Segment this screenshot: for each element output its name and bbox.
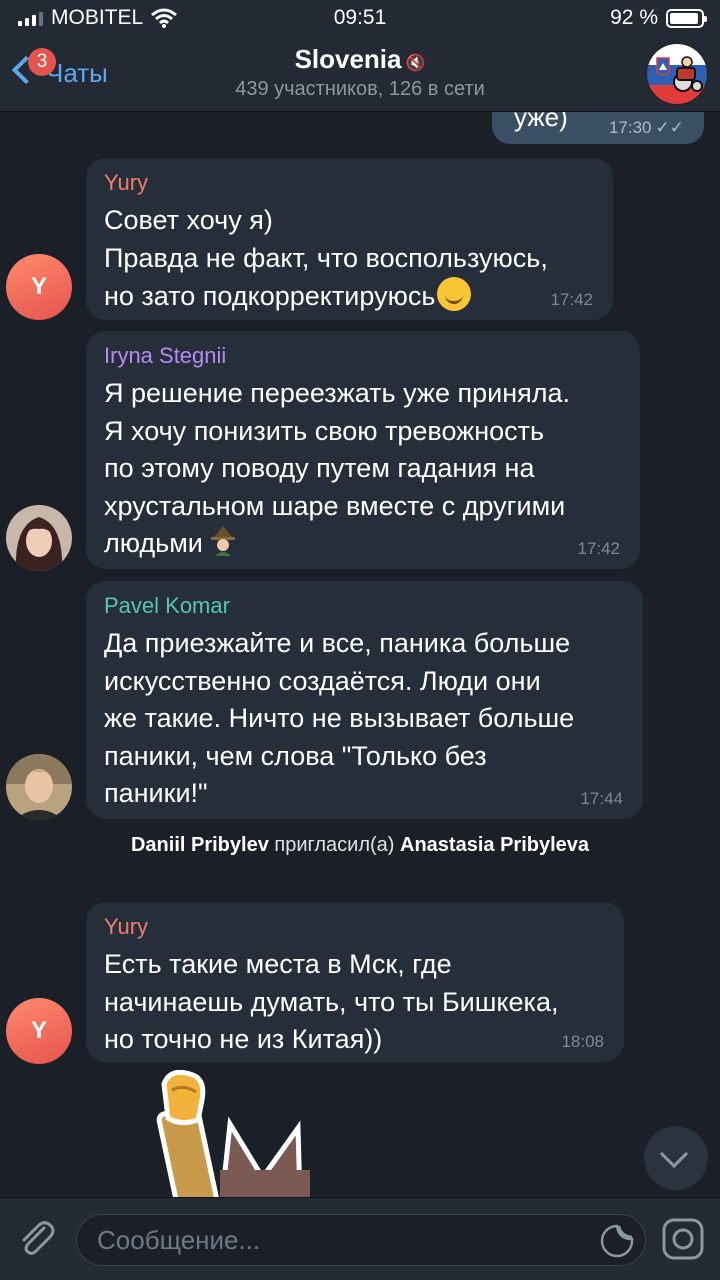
battery-percent: 92 % — [610, 6, 658, 29]
paperclip-icon[interactable] — [14, 1216, 60, 1262]
chat-header: Чаты 3 Slovenia 🔇 439 участников, 126 в с… — [0, 36, 720, 112]
witch-emoji-icon — [210, 526, 235, 556]
author-name[interactable]: Yury — [104, 170, 593, 196]
message-input[interactable] — [77, 1215, 577, 1265]
message-bubble[interactable]: Pavel Komar Да приезжайте и все, паника … — [86, 581, 643, 819]
service-action: пригласил(а) — [274, 834, 395, 856]
group-avatar[interactable] — [646, 43, 708, 105]
service-actor[interactable]: Daniil Pribylev — [131, 834, 269, 856]
message-bubble[interactable]: Yury Есть такие места в Мск, где начинае… — [86, 902, 624, 1062]
avatar[interactable] — [6, 754, 72, 820]
chat-subtitle: 439 участников, 126 в сети — [235, 78, 485, 100]
message-time: 18:08 — [561, 1032, 604, 1051]
message-list[interactable]: уже) 17:30 ✓✓ Y Yury Совет хочу я) Правда… — [0, 112, 720, 1197]
message-field[interactable] — [76, 1214, 646, 1266]
author-name[interactable]: Yury — [104, 914, 604, 940]
scroll-to-bottom-button[interactable] — [644, 1126, 708, 1190]
message-time: 17:42 — [577, 539, 620, 558]
outgoing-message[interactable]: уже) 17:30 ✓✓ — [492, 112, 704, 144]
status-bar: MOBITEL 09:51 92 % — [0, 0, 720, 36]
chat-title-text: Slovenia — [294, 44, 402, 74]
cat-sticker[interactable] — [150, 1070, 320, 1197]
camera-icon[interactable] — [660, 1216, 706, 1262]
message-time: 17:30 ✓✓ — [608, 118, 685, 137]
avatar[interactable]: Y — [6, 998, 72, 1064]
message-input-bar — [0, 1197, 720, 1280]
author-name[interactable]: Pavel Komar — [104, 593, 623, 619]
read-checkmarks-icon: ✓✓ — [655, 118, 685, 137]
message-bubble[interactable]: Yury Совет хочу я) Правда не факт, что в… — [86, 158, 613, 320]
avatar[interactable] — [6, 505, 72, 571]
service-target[interactable]: Anastasia Pribyleva — [400, 834, 589, 856]
chevron-down-icon — [659, 1139, 689, 1169]
author-name[interactable]: Iryna Stegnii — [104, 343, 620, 369]
message-time: 17:42 — [550, 290, 593, 309]
smiling-face-emoji-icon — [437, 277, 472, 311]
message-text: Да приезжайте и все, паника больше искус… — [104, 628, 575, 808]
message-text: уже) — [514, 112, 568, 132]
message-text: Я решение переезжать уже приняла. Я хочу… — [104, 378, 571, 558]
message-bubble[interactable]: Iryna Stegnii Я решение переезжать уже п… — [86, 331, 640, 569]
muted-icon: 🔇 — [405, 55, 426, 72]
message-text: Есть такие места в Мск, где начинаешь ду… — [104, 949, 559, 1054]
avatar[interactable]: Y — [6, 254, 72, 320]
service-message: Daniil Pribylev пригласил(а) Anastasia P… — [130, 830, 590, 860]
chat-title[interactable]: Slovenia 🔇 — [0, 44, 720, 75]
message-time: 17:44 — [580, 789, 623, 808]
message-text: Совет хочу я) Правда не факт, что воспол… — [104, 205, 548, 311]
sticker-icon[interactable] — [599, 1223, 635, 1259]
battery-icon — [666, 8, 707, 28]
